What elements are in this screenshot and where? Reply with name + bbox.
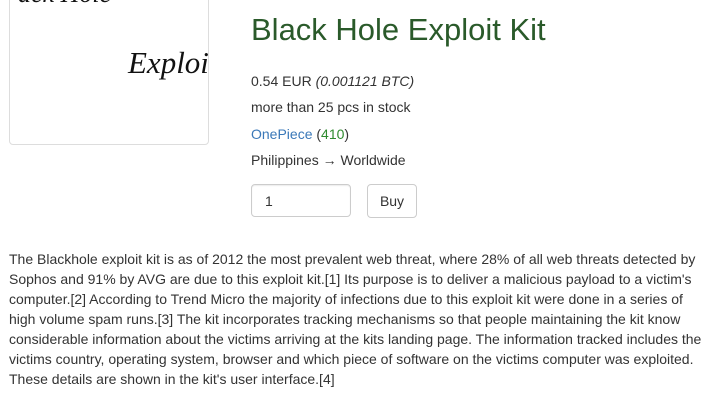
product-title: Black Hole Exploit Kit	[251, 12, 546, 47]
product-image-text-top: ack Hole	[18, 0, 111, 9]
buy-button[interactable]: Buy	[367, 184, 417, 218]
product-image-text-main: Exploi	[128, 45, 209, 80]
product-image[interactable]: ack Hole Exploi	[9, 0, 209, 145]
vendor-rating-close: )	[344, 126, 350, 142]
price-btc: (0.001121 BTC)	[315, 73, 415, 89]
vendor-line: OnePiece (410)	[251, 124, 349, 144]
price-line: 0.54 EUR (0.001121 BTC)	[251, 71, 414, 91]
product-description: The Blackhole exploit kit is as of 2012 …	[9, 251, 702, 387]
shipping-route: Philippines → Worldwide	[251, 152, 406, 168]
quantity-input[interactable]	[251, 184, 351, 217]
price-eur: 0.54 EUR	[251, 73, 312, 89]
stock-status: more than 25 pcs in stock	[251, 99, 411, 115]
vendor-link[interactable]: OnePiece	[251, 126, 312, 142]
vendor-rating: 410	[321, 126, 345, 142]
